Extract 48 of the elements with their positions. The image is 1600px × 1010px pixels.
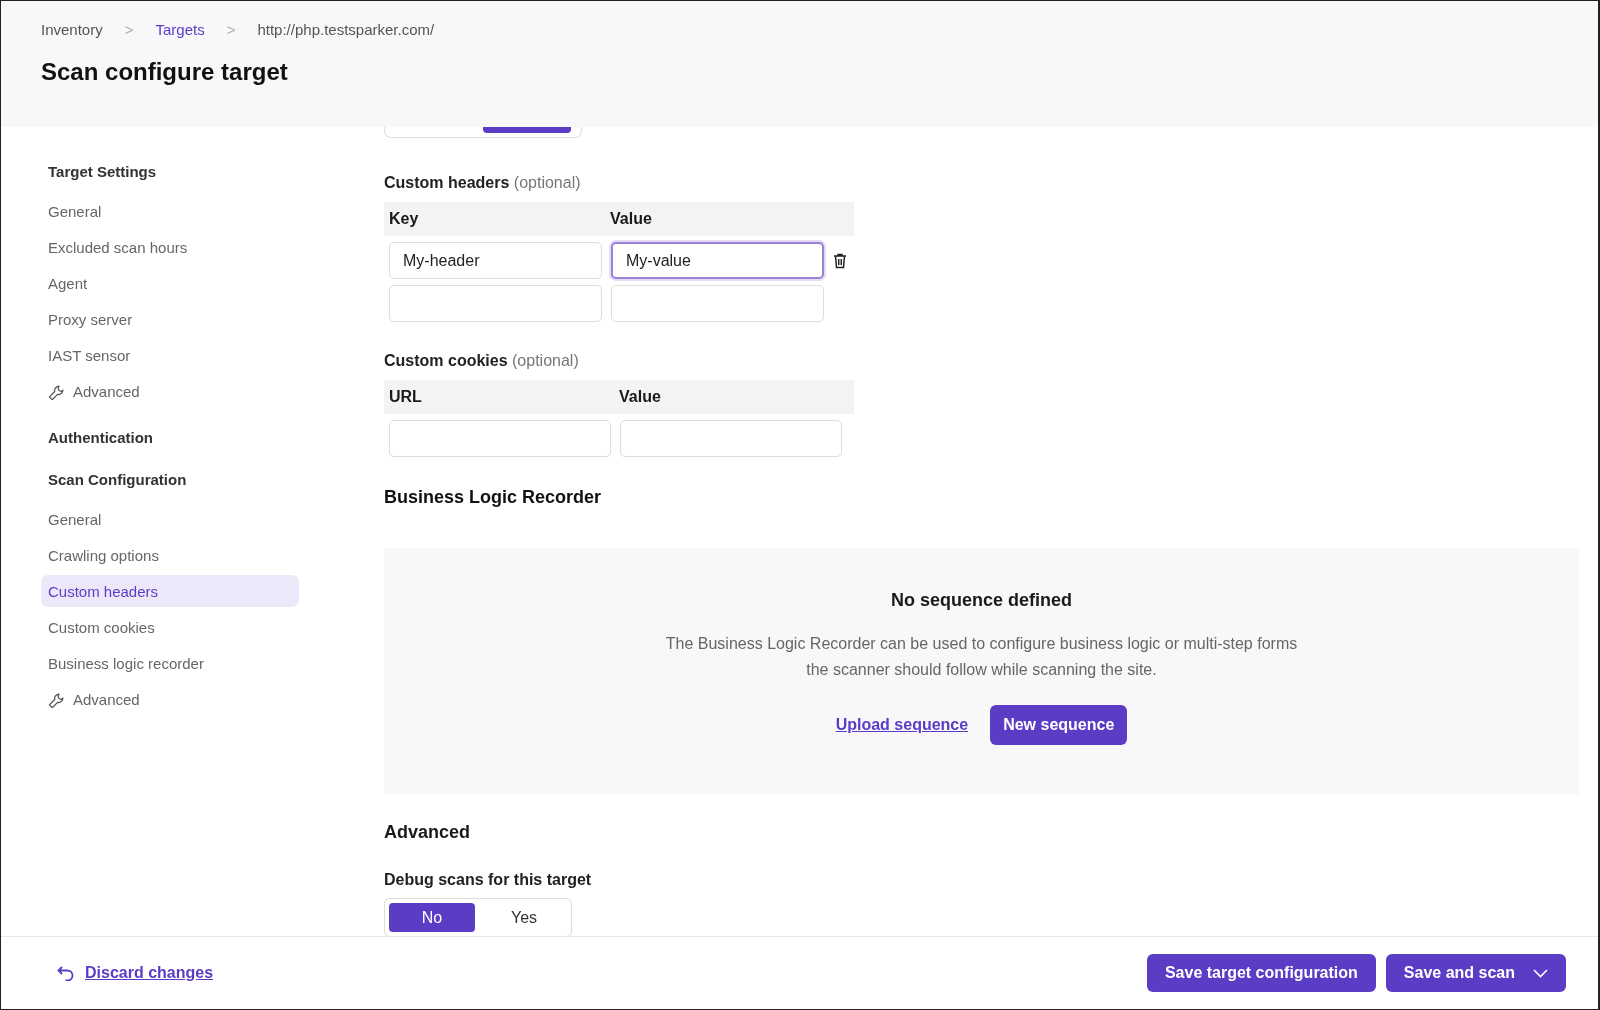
key-field[interactable] <box>389 420 611 457</box>
chevron-down-icon <box>1533 968 1548 978</box>
save-button[interactable]: Save target configuration <box>1146 954 1376 992</box>
sidebar-item[interactable]: Advanced <box>41 375 299 407</box>
column-header: URL <box>388 388 423 406</box>
sidebar-section-title: Authentication <box>47 429 154 448</box>
value-field[interactable] <box>620 420 842 457</box>
section-heading: Business Logic Recorder <box>384 487 603 508</box>
column-header: Value <box>619 388 662 406</box>
empty-state-description: The Business Logic Recorder can be used to configure business logic or multi-step forms the scanner should follow while scanning the site. <box>665 634 1298 680</box>
sidebar-item[interactable]: Custom headers <box>41 575 299 607</box>
new-sequence-button[interactable]: New sequence <box>990 705 1128 745</box>
page-title: Scan configure target <box>41 58 289 86</box>
segment-option[interactable]: Yes <box>481 903 567 932</box>
upload-sequence-link[interactable]: Upload sequence <box>835 716 969 734</box>
breadcrumb-item: http://php.testsparker.com/ <box>257 21 435 38</box>
section-heading: Advanced <box>384 822 472 843</box>
section-label: Custom headers (optional) <box>384 174 582 192</box>
sidebar-item[interactable]: Proxy server <box>41 303 299 335</box>
empty-state-title: No sequence defined <box>890 590 1072 611</box>
key-field[interactable]: My-header <box>389 242 602 279</box>
discard-changes-link[interactable]: Discard changes <box>85 964 214 982</box>
column-header: Key <box>388 210 420 228</box>
section-label: Custom cookies (optional) <box>384 352 580 370</box>
undo-icon[interactable] <box>57 965 75 981</box>
sidebar-section-title: Scan Configuration <box>47 471 188 490</box>
sidebar-item[interactable]: General <box>41 195 299 227</box>
segment-option[interactable]: No <box>389 903 475 932</box>
value-field[interactable]: My-value <box>611 242 824 279</box>
breadcrumb-item: Inventory <box>41 21 103 38</box>
breadcrumb-separator: > <box>226 21 236 38</box>
breadcrumb-link[interactable]: Targets <box>155 21 205 38</box>
value-field[interactable] <box>611 285 824 322</box>
sidebar-item[interactable]: Custom cookies <box>41 611 299 643</box>
key-field[interactable] <box>389 285 602 322</box>
sidebar-item[interactable]: Business logic recorder <box>41 647 299 679</box>
breadcrumb-separator: > <box>124 21 134 38</box>
sidebar-item[interactable]: Agent <box>41 267 299 299</box>
split-button[interactable]: Save and scan <box>1385 954 1566 992</box>
sidebar-item[interactable]: IAST sensor <box>41 339 299 371</box>
column-header: Value <box>610 210 653 228</box>
trash-icon[interactable] <box>833 252 847 269</box>
sidebar-item[interactable]: Advanced <box>41 683 299 715</box>
sidebar-item[interactable]: Excluded scan hours <box>41 231 299 263</box>
sidebar-item[interactable]: General <box>41 503 299 535</box>
field-label: Debug scans for this target <box>384 871 593 889</box>
sidebar-section-title: Target Settings <box>47 163 158 182</box>
sidebar-item[interactable]: Crawling options <box>41 539 299 571</box>
